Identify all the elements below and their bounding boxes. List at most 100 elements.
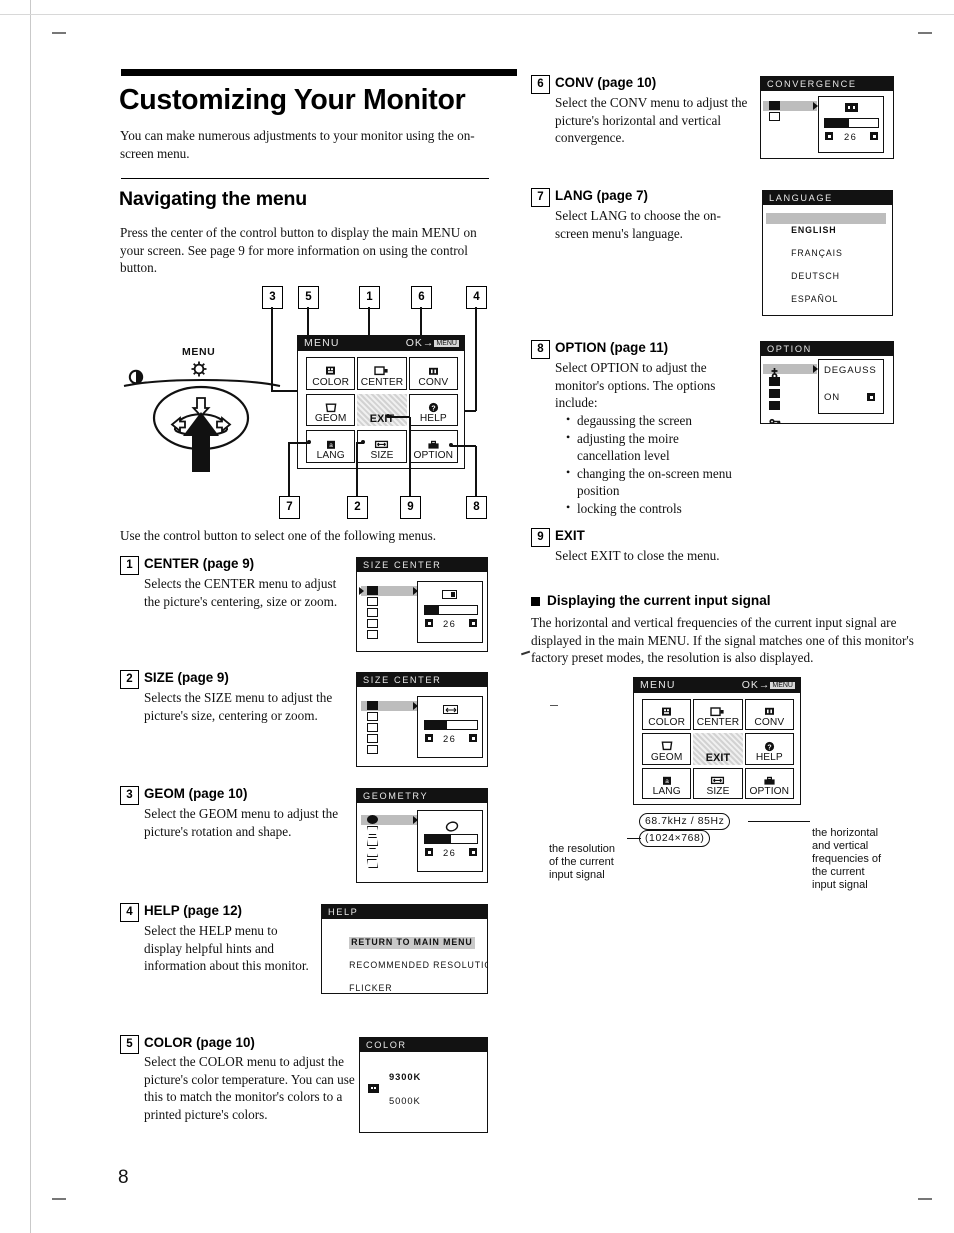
- osd-v-position-icon[interactable]: [769, 401, 780, 410]
- item-6-number: 6: [531, 75, 550, 94]
- osd-convergence-bar[interactable]: [824, 118, 879, 128]
- h-size-icon[interactable]: [367, 701, 378, 710]
- menu-cell-conv[interactable]: CONV: [408, 357, 458, 390]
- menu-cell-option[interactable]: OPTION: [744, 767, 794, 799]
- menu-cell-color[interactable]: COLOR: [306, 357, 356, 390]
- left-arrow-icon: [170, 416, 186, 433]
- menu-cell-center[interactable]: CENTER: [693, 699, 743, 731]
- osd-color-option-9300k[interactable]: 9300K: [389, 1071, 421, 1082]
- osd-language-option-espanol[interactable]: ESPAÑOL: [791, 294, 838, 304]
- osd-help-item[interactable]: FLICKER: [349, 983, 392, 993]
- osd-geometry-decrease-button[interactable]: [425, 848, 433, 856]
- osd-size-adjust-window: 26: [417, 696, 483, 758]
- geometry-icon: [660, 741, 674, 752]
- osd-language-option-francais[interactable]: FRANÇAIS: [791, 248, 843, 258]
- menu-cell-lang[interactable]: a LANG: [306, 430, 356, 463]
- osd-center-title: SIZE CENTER: [357, 558, 487, 572]
- osd-language-option-english[interactable]: ENGLISH: [791, 225, 836, 235]
- menu-cell-help[interactable]: ? HELP: [744, 733, 794, 765]
- scan-artifact-dash-left: [520, 650, 531, 655]
- menu-cell-label: HELP: [755, 751, 783, 763]
- osd-option-state: ON: [824, 392, 840, 403]
- callout-7: 7: [279, 496, 300, 519]
- pin-balance-icon[interactable]: [367, 848, 378, 857]
- osd-geometry-bar[interactable]: [424, 834, 478, 844]
- pincushion-icon[interactable]: [367, 826, 378, 835]
- menu-title: MENU: [304, 337, 340, 349]
- menu-cell-conv[interactable]: CONV: [744, 699, 794, 731]
- menu-cell-size[interactable]: SIZE: [693, 767, 743, 799]
- osd-geometry-bar-fill: [425, 835, 451, 843]
- osd-center-bar[interactable]: [424, 605, 478, 615]
- h-center-icon[interactable]: [367, 723, 378, 732]
- menu-cell-exit[interactable]: EXIT: [693, 733, 743, 765]
- menu-cell-label: LANG: [652, 786, 681, 797]
- v-size-icon[interactable]: [367, 712, 378, 721]
- h-conv-icon[interactable]: [769, 101, 780, 110]
- h-size-icon[interactable]: [367, 608, 378, 617]
- user-color-icon[interactable]: [368, 1084, 379, 1093]
- osd-center-decrease-button[interactable]: [425, 619, 433, 627]
- geometry-icon: [324, 402, 338, 413]
- osd-h-position-icon[interactable]: [769, 389, 780, 398]
- control-menu-label: MENU: [182, 346, 216, 358]
- menu-cell-geom[interactable]: GEOM: [642, 733, 692, 765]
- osd-size-increase-button[interactable]: [469, 734, 477, 742]
- use-control-button-paragraph: Use the control button to select one of …: [120, 528, 437, 543]
- color-palette-icon: [660, 706, 673, 717]
- main-menu-osd-diagram: MENU OK→ MENU COLOR CENTER CONV GEOM EXI…: [297, 335, 465, 469]
- h-center-icon[interactable]: [367, 586, 378, 595]
- osd-convergence-decrease-button[interactable]: [825, 132, 833, 140]
- osd-center-increase-button[interactable]: [469, 619, 477, 627]
- osd-convergence: CONVERGENCE 26: [760, 76, 894, 159]
- key-balance-icon[interactable]: [367, 859, 378, 868]
- item-8-heading: OPTION (page 11): [555, 340, 669, 355]
- osd-geometry-title: GEOMETRY: [357, 789, 487, 803]
- menu-grid: COLOR CENTER CONV GEOM EXIT ? HELP a LAN…: [642, 699, 794, 799]
- scan-mark-bl: [52, 1198, 66, 1200]
- page-number: 8: [118, 1167, 129, 1188]
- menu-cell-help[interactable]: ? HELP: [408, 393, 458, 427]
- v-size-icon[interactable]: [367, 619, 378, 628]
- section-rule: [121, 178, 489, 179]
- moire-icon[interactable]: [769, 377, 780, 386]
- osd-color-option-5000k[interactable]: 5000K: [389, 1095, 421, 1106]
- rotation-icon[interactable]: [367, 815, 378, 824]
- degauss-icon[interactable]: [769, 364, 780, 379]
- osd-center: SIZE CENTER 26: [356, 557, 488, 652]
- keystone-icon[interactable]: [367, 837, 378, 846]
- item-5-body: Select the COLOR menu to adjust the pict…: [144, 1054, 355, 1122]
- callout-6: 6: [411, 286, 432, 309]
- list-item: changing the on-screen menu position: [565, 464, 745, 500]
- menu-cell-size[interactable]: SIZE: [357, 430, 407, 463]
- v-center-icon[interactable]: [367, 597, 378, 606]
- title-rule: [121, 69, 517, 76]
- osd-size-icon-column: [367, 701, 378, 754]
- v-conv-icon[interactable]: [769, 112, 780, 121]
- menu-cell-exit[interactable]: EXIT: [357, 393, 407, 427]
- size-icon: [374, 439, 389, 450]
- osd-convergence-bar-fill: [825, 119, 850, 127]
- osd-option-title: OPTION: [761, 342, 893, 356]
- osd-convergence-increase-button[interactable]: [870, 132, 878, 140]
- menu-cell-color[interactable]: COLOR: [642, 699, 692, 731]
- osd-geometry-increase-button[interactable]: [469, 848, 477, 856]
- menu-cell-geom[interactable]: GEOM: [306, 393, 356, 427]
- v-center-icon[interactable]: [367, 734, 378, 743]
- osd-size-bar[interactable]: [424, 720, 478, 730]
- osd-help-item-selected[interactable]: RETURN TO MAIN MENU: [349, 937, 475, 949]
- lock-key-icon[interactable]: [769, 413, 781, 423]
- menu-cell-center[interactable]: CENTER: [357, 357, 407, 390]
- menu-ok-arrow: →: [758, 679, 771, 691]
- scan-edge-top: [0, 14, 954, 15]
- zoom-icon[interactable]: [367, 630, 378, 639]
- zoom-icon[interactable]: [367, 745, 378, 754]
- osd-help-item[interactable]: RECOMMENDED RESOLUTION: [349, 960, 487, 970]
- osd-option-execute-button[interactable]: [867, 393, 875, 401]
- osd-language-option-deutsch[interactable]: DEUTSCH: [791, 271, 840, 281]
- list-item: adjusting the moire cancellation level: [565, 429, 745, 465]
- section-square-bullet: [531, 597, 540, 606]
- osd-size-decrease-button[interactable]: [425, 734, 433, 742]
- menu-cell-lang[interactable]: a LANG: [642, 767, 692, 799]
- menu-ok-arrow: →: [422, 337, 435, 349]
